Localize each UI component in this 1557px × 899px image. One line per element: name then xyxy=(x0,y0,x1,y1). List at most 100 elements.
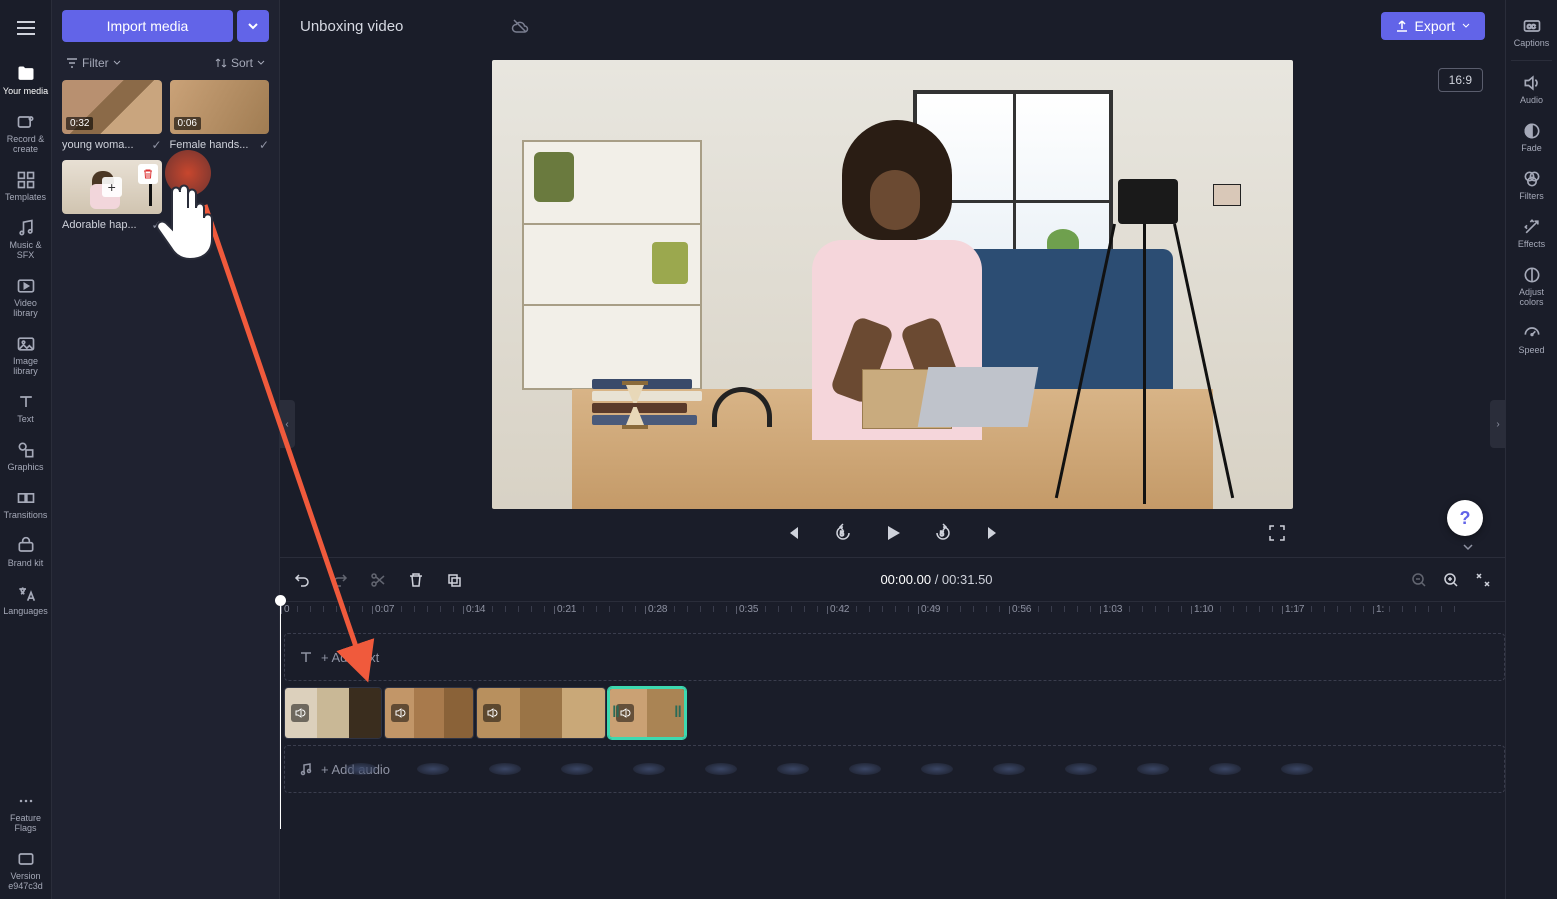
media-title: Female hands... xyxy=(170,139,249,151)
nav-brand-kit[interactable]: Brand kit xyxy=(0,528,52,576)
timeline-clip[interactable] xyxy=(384,687,474,739)
redo-button[interactable] xyxy=(330,570,350,590)
playhead[interactable] xyxy=(280,601,281,829)
graphics-icon xyxy=(16,440,36,460)
ruler-tick: 0 xyxy=(284,604,290,615)
aspect-ratio-button[interactable]: 16:9 xyxy=(1438,68,1483,92)
media-duration: 0:06 xyxy=(174,117,201,130)
nav-filters[interactable]: Filters xyxy=(1506,161,1557,209)
clip-audio-icon xyxy=(391,704,409,722)
chevron-down-icon xyxy=(1461,21,1471,31)
nav-feature-flags[interactable]: Feature Flags xyxy=(0,783,52,841)
import-media-dropdown[interactable] xyxy=(237,10,269,42)
folder-icon xyxy=(16,64,36,84)
nav-captions[interactable]: CC Captions xyxy=(1506,8,1557,56)
clip-trim-handle-left[interactable]: ‖ xyxy=(612,689,620,737)
nav-label: Adjust colors xyxy=(1508,287,1556,307)
media-card[interactable]: 0:06 Female hands... ✓ xyxy=(170,80,270,152)
rewind-button[interactable]: 5 xyxy=(831,521,855,545)
nav-text[interactable]: Text xyxy=(0,384,52,432)
help-collapse-button[interactable] xyxy=(1461,540,1475,554)
timeline-clip[interactable] xyxy=(284,687,382,739)
current-time: 00:00.00 xyxy=(880,572,931,587)
nav-image-library[interactable]: Image library xyxy=(0,326,52,384)
skip-start-button[interactable] xyxy=(781,521,805,545)
nav-label: Feature Flags xyxy=(2,813,50,833)
media-thumbnail[interactable]: 0:32 xyxy=(62,80,162,134)
check-icon: ✓ xyxy=(151,138,161,152)
add-to-timeline-button[interactable]: + xyxy=(102,177,122,197)
video-track[interactable]: ‖‖ xyxy=(284,687,1505,739)
sort-button[interactable]: Sort xyxy=(215,56,265,70)
collapse-right-panel[interactable]: › xyxy=(1490,400,1506,448)
speed-icon xyxy=(1522,323,1542,343)
import-media-button[interactable]: Import media xyxy=(62,10,233,42)
project-title-input[interactable] xyxy=(300,18,499,35)
nav-music-sfx[interactable]: Music & SFX xyxy=(0,210,52,268)
media-thumbnail[interactable]: + xyxy=(62,160,162,214)
nav-templates[interactable]: Templates xyxy=(0,162,52,210)
nav-label: Image library xyxy=(2,356,50,376)
nav-version[interactable]: Version e947c3d xyxy=(0,841,52,899)
rewind-icon: 5 xyxy=(833,523,853,543)
delete-clip-button[interactable] xyxy=(406,570,426,590)
nav-audio[interactable]: Audio xyxy=(1506,65,1557,113)
svg-text:5: 5 xyxy=(940,531,944,538)
fullscreen-icon xyxy=(1268,524,1286,542)
nav-fade[interactable]: Fade xyxy=(1506,113,1557,161)
video-preview[interactable] xyxy=(492,60,1293,509)
media-thumbnail[interactable]: 0:06 xyxy=(170,80,270,134)
nav-label: Filters xyxy=(1519,191,1544,201)
play-icon xyxy=(883,523,903,543)
nav-label: Transitions xyxy=(4,510,48,520)
zoom-out-button[interactable] xyxy=(1409,570,1429,590)
nav-transitions[interactable]: Transitions xyxy=(0,480,52,528)
forward-icon: 5 xyxy=(933,523,953,543)
chevron-down-icon xyxy=(247,20,259,32)
export-button[interactable]: Export xyxy=(1381,12,1485,40)
zoom-out-icon xyxy=(1411,572,1427,588)
clip-audio-icon xyxy=(483,704,501,722)
nav-label: Templates xyxy=(5,192,46,202)
filter-button[interactable]: Filter xyxy=(66,56,121,70)
fade-icon xyxy=(1522,121,1542,141)
media-panel: Import media Filter Sort 0:32 xyxy=(52,0,280,899)
right-nav: CC Captions Audio Fade Filters Effects A… xyxy=(1505,0,1557,899)
ruler-tick: 0:14 xyxy=(466,604,485,615)
templates-icon xyxy=(16,170,36,190)
nav-video-library[interactable]: Video library xyxy=(0,268,52,326)
help-button[interactable]: ? xyxy=(1447,500,1483,536)
filter-label: Filter xyxy=(82,56,109,70)
text-track[interactable]: + Add text xyxy=(284,633,1505,681)
nav-speed[interactable]: Speed xyxy=(1506,315,1557,363)
svg-text:CC: CC xyxy=(1527,25,1535,31)
timeline-ruler[interactable]: 00:070:140:210:280:350:420:490:561:031:1… xyxy=(280,601,1505,627)
timeline-clip[interactable]: ‖‖ xyxy=(608,687,686,739)
hamburger-menu[interactable] xyxy=(6,8,46,48)
forward-button[interactable]: 5 xyxy=(931,521,955,545)
fullscreen-button[interactable] xyxy=(1265,521,1289,545)
media-card[interactable]: + Adorable hap... ✓ xyxy=(62,160,162,232)
timeline-clip[interactable] xyxy=(476,687,606,739)
nav-your-media[interactable]: Your media xyxy=(0,56,52,104)
duplicate-button[interactable] xyxy=(444,570,464,590)
zoom-fit-button[interactable] xyxy=(1473,570,1493,590)
nav-record-create[interactable]: Record & create xyxy=(0,104,52,162)
nav-languages[interactable]: Languages xyxy=(0,576,52,624)
zoom-in-button[interactable] xyxy=(1441,570,1461,590)
nav-adjust-colors[interactable]: Adjust colors xyxy=(1506,257,1557,315)
split-button[interactable] xyxy=(368,570,388,590)
clip-trim-handle-right[interactable]: ‖ xyxy=(674,689,682,737)
annotation-cursor-hand xyxy=(150,170,230,260)
chevron-down-icon xyxy=(113,59,121,67)
video-icon xyxy=(16,276,36,296)
skip-end-button[interactable] xyxy=(981,521,1005,545)
media-card[interactable]: 0:32 young woma... ✓ xyxy=(62,80,162,152)
undo-button[interactable] xyxy=(292,570,312,590)
skip-start-icon xyxy=(784,524,802,542)
nav-effects[interactable]: Effects xyxy=(1506,209,1557,257)
nav-graphics[interactable]: Graphics xyxy=(0,432,52,480)
audio-track[interactable]: + Add audio xyxy=(284,745,1505,793)
play-button[interactable] xyxy=(881,521,905,545)
trash-icon xyxy=(408,572,424,588)
